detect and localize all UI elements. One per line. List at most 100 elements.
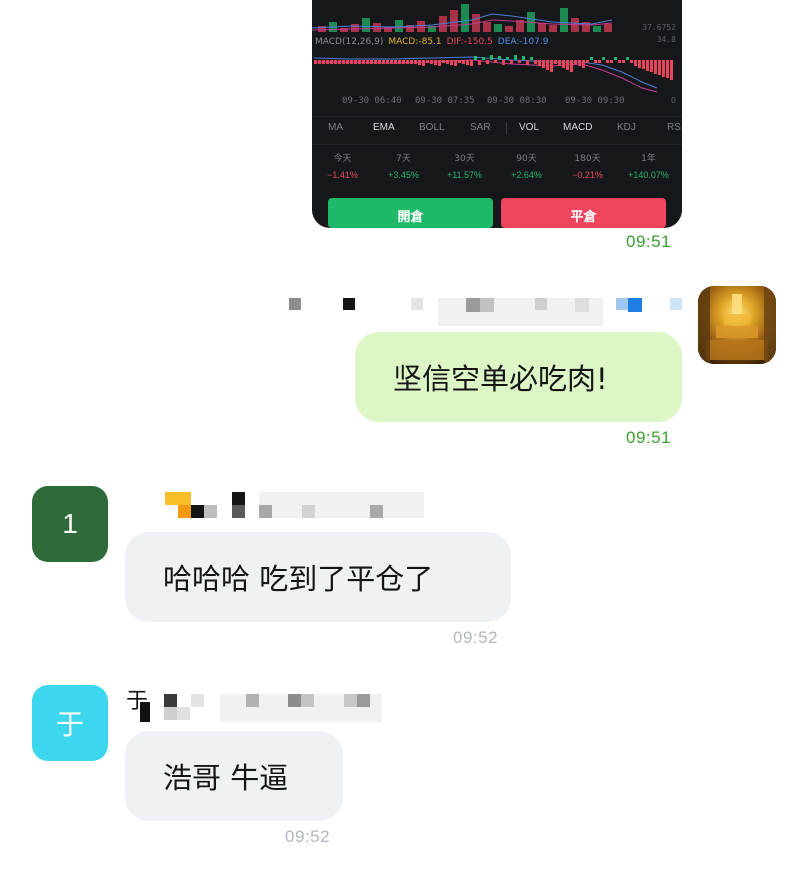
macd-bar [594, 60, 597, 63]
sender-name-pixelated [140, 690, 385, 722]
macd-bar [534, 60, 537, 64]
tab-kdj[interactable]: KDJ [617, 122, 636, 133]
macd-bar [662, 60, 665, 77]
macd-bar [374, 60, 377, 64]
macd-bar [622, 60, 625, 63]
temple-shape [716, 326, 758, 338]
tab-boll[interactable]: BOLL [419, 122, 445, 133]
macd-bar [314, 60, 317, 64]
indicator-tabs: MA EMA BOLL SAR VOL MACD KDJ RS [312, 116, 682, 138]
macd-histogram [312, 50, 682, 95]
macd-bar [542, 60, 545, 68]
macd-bar [522, 56, 525, 60]
time-label: 09-30 09:30 [565, 96, 625, 106]
tab-macd[interactable]: MACD [563, 122, 592, 133]
close-position-button[interactable]: 平倉 [501, 198, 666, 228]
macd-bar [490, 55, 493, 60]
period-today[interactable]: 今天 −1.41% [312, 151, 373, 180]
macd-bar [494, 60, 497, 63]
sender-name-pixelated [165, 490, 430, 520]
macd-bar [454, 60, 457, 66]
avatar-letter: 1 [62, 508, 78, 539]
macd-bar [614, 57, 617, 60]
incoming-message-bubble[interactable]: 哈哈哈 吃到了平仓了 [125, 532, 511, 622]
period-180d[interactable]: 180天 −0.21% [557, 151, 618, 180]
macd-bar [518, 60, 521, 63]
contact-avatar-2[interactable]: 于 [32, 685, 108, 761]
macd-bar [366, 60, 369, 64]
macd-legend: MACD(12,26,9) MACD:-85.1 DIF:-150.5 DEA:-10… [315, 37, 553, 47]
period-value: +3.45% [388, 170, 419, 180]
macd-bar [370, 60, 373, 64]
period-7d[interactable]: 7天 +3.45% [373, 151, 434, 180]
macd-bar [666, 60, 669, 78]
macd-bar [318, 60, 321, 64]
macd-bar [482, 57, 485, 60]
macd-bar [354, 60, 357, 64]
macd-bar [646, 60, 649, 71]
macd-bar [506, 57, 509, 60]
macd-bar [502, 60, 505, 65]
incoming-message-bubble[interactable]: 浩哥 牛逼 [125, 731, 343, 821]
macd-bar [670, 60, 673, 80]
macd-bar [350, 60, 353, 64]
price-lines [312, 13, 613, 31]
macd-bar [334, 60, 337, 64]
macd-bar [558, 60, 561, 66]
macd-bar [478, 60, 481, 65]
temple-shape [706, 340, 768, 360]
macd-bar [462, 60, 465, 64]
period-1y[interactable]: 1年 +140.07% [618, 151, 679, 180]
open-position-button[interactable]: 開倉 [328, 198, 493, 228]
macd-bar [418, 60, 421, 65]
macd-bar [450, 60, 453, 65]
tab-rs[interactable]: RS [667, 122, 681, 133]
message-time: 09:52 [453, 628, 499, 647]
message-text: 浩哥 牛逼 [163, 761, 289, 795]
tab-ma[interactable]: MA [328, 122, 343, 133]
macd-bar [514, 55, 517, 60]
tab-sar[interactable]: SAR [470, 122, 491, 133]
contact-avatar-1[interactable]: 1 [32, 486, 108, 562]
macd-bar [602, 57, 605, 60]
macd-bar [330, 60, 333, 64]
macd-value: MACD:-85.1 [388, 37, 442, 47]
time-label: 09-30 07:35 [415, 96, 475, 106]
temple-shape [732, 294, 742, 316]
temple-shape [764, 286, 776, 364]
period-value: +11.57% [446, 170, 483, 180]
temple-avatar-image [698, 286, 776, 364]
macd-bar [538, 60, 541, 66]
period-name: 7天 [396, 154, 411, 164]
temple-shape [724, 314, 750, 324]
macd-bar [322, 60, 325, 64]
dea-value: DEA:-107.9 [497, 37, 549, 47]
macd-bar [470, 60, 473, 66]
macd-bar [650, 60, 653, 72]
macd-bar [338, 60, 341, 64]
macd-bar [486, 60, 489, 64]
macd-bar [630, 60, 633, 63]
macd-bar [426, 60, 429, 63]
time-label: 09-30 06:40 [342, 96, 402, 106]
macd-bar [546, 60, 549, 70]
tab-vol[interactable]: VOL [519, 122, 539, 133]
macd-bar [634, 60, 637, 66]
macd-bar [578, 60, 581, 66]
macd-bar [394, 60, 397, 64]
macd-bar [430, 60, 433, 64]
macd-bar [586, 60, 589, 63]
macd-bar [570, 60, 573, 72]
macd-bar [378, 60, 381, 64]
message-text: 哈哈哈 吃到了平仓了 [163, 562, 434, 596]
period-90d[interactable]: 90天 +2.64% [496, 151, 557, 180]
my-avatar[interactable] [698, 286, 776, 364]
outgoing-message-bubble[interactable]: 坚信空单必吃肉! [355, 332, 682, 422]
period-value: +2.64% [511, 170, 542, 180]
macd-bar [510, 60, 513, 64]
tab-ema[interactable]: EMA [373, 122, 395, 133]
price-label-low: 34.8 [656, 35, 676, 44]
period-30d[interactable]: 30天 +11.57% [434, 151, 495, 180]
macd-bar [410, 60, 413, 64]
macd-bar [398, 60, 401, 64]
